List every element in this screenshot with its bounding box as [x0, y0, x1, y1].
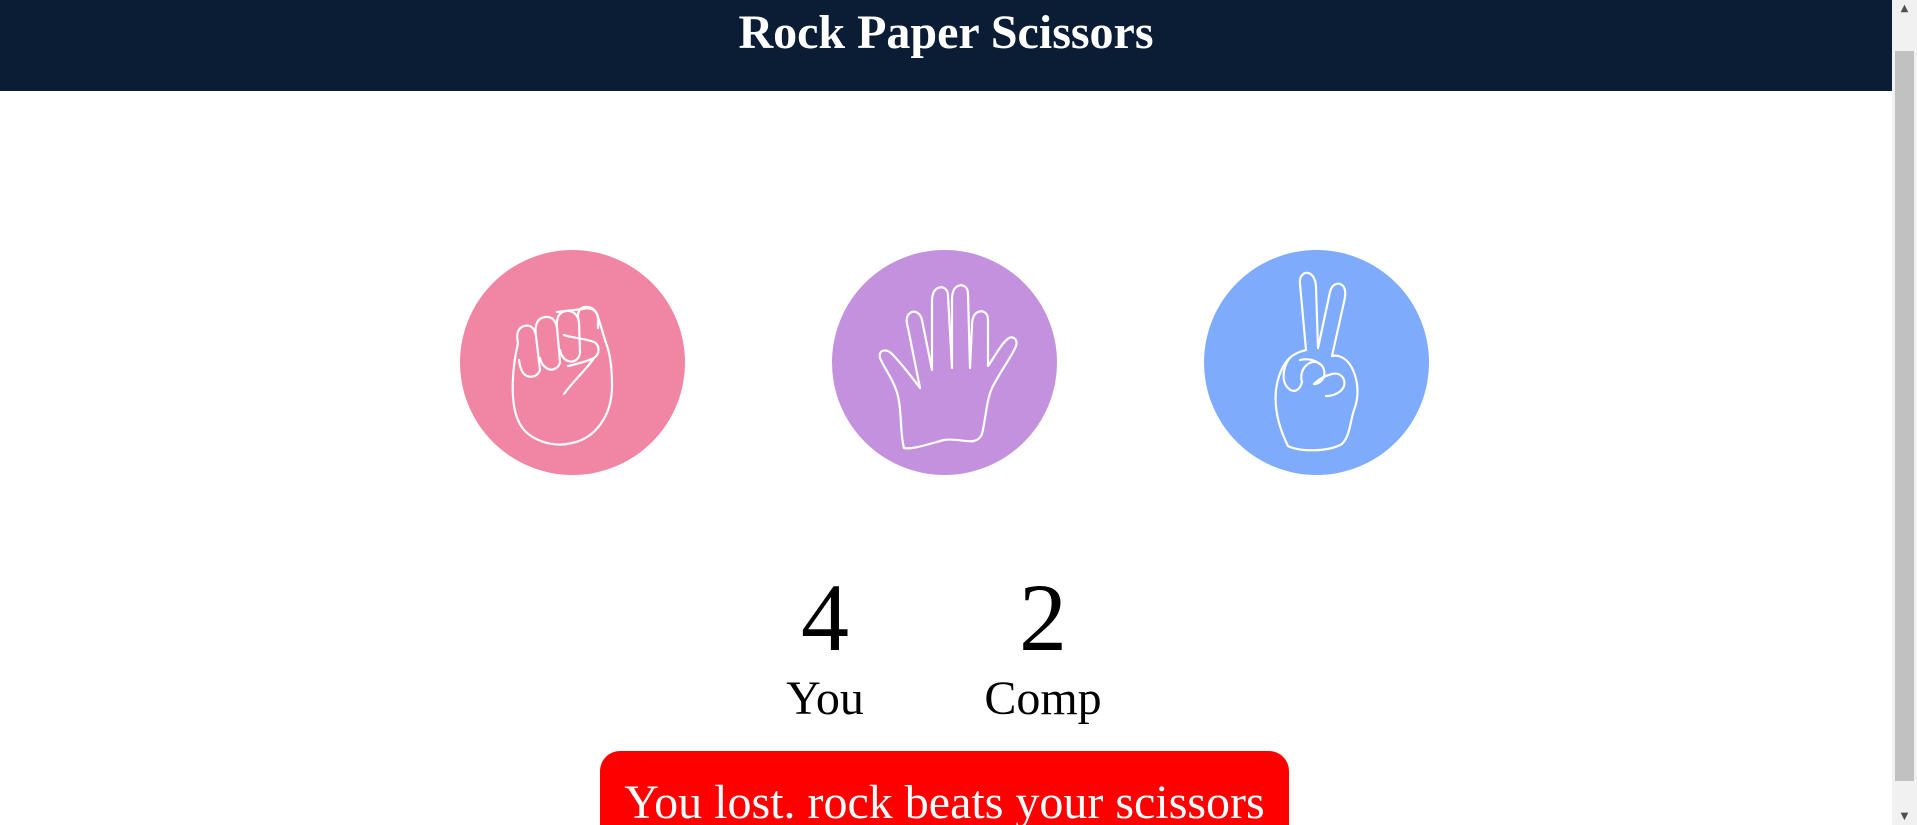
header-bar: Rock Paper Scissors: [0, 0, 1892, 91]
page-title: Rock Paper Scissors: [738, 6, 1154, 59]
user-score-label: You: [786, 672, 864, 725]
user-score-value: 4: [801, 564, 849, 671]
comp-score-value: 2: [1019, 564, 1067, 671]
game-viewport: Rock Paper Scissors 4 You 2 Comp You los…: [0, 0, 1892, 825]
open-hand-icon: [832, 250, 1057, 475]
comp-score-label: Comp: [984, 672, 1102, 725]
scroll-down-arrow-icon[interactable]: ▼: [1892, 808, 1917, 825]
rock-choice-button[interactable]: [460, 250, 685, 475]
scroll-up-arrow-icon[interactable]: ▲: [1892, 0, 1917, 17]
scissors-choice-button[interactable]: [1204, 250, 1429, 475]
fist-icon: [460, 250, 685, 475]
paper-choice-button[interactable]: [832, 250, 1057, 475]
peace-sign-icon: [1204, 250, 1429, 475]
result-message: You lost. rock beats your scissors: [600, 751, 1289, 825]
vertical-scrollbar[interactable]: ▲ ▼: [1892, 0, 1917, 825]
scrollbar-thumb[interactable]: [1895, 51, 1914, 781]
